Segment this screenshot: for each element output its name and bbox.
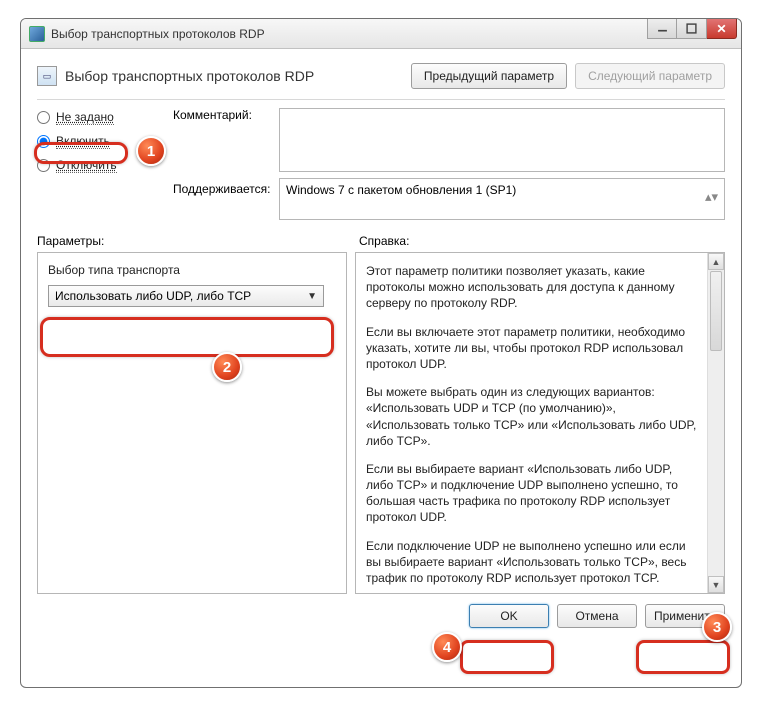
help-p4: Если вы выбираете вариант «Использовать …	[366, 461, 702, 526]
parameters-panel: Выбор типа транспорта Использовать либо …	[37, 252, 347, 594]
help-p1: Этот параметр политики позволяет указать…	[366, 263, 702, 312]
scroll-up-icon[interactable]: ▲	[708, 253, 724, 270]
divider	[37, 99, 725, 100]
cancel-button[interactable]: Отмена	[557, 604, 637, 628]
app-icon	[29, 26, 45, 42]
radio-enabled[interactable]: Включить	[37, 134, 167, 148]
supported-label: Поддерживается:	[173, 178, 273, 220]
apply-button[interactable]: Применить	[645, 604, 725, 628]
scroll-thumb[interactable]	[710, 271, 722, 351]
radio-disabled-input[interactable]	[37, 159, 50, 172]
supported-box: Windows 7 с пакетом обновления 1 (SP1) ▴…	[279, 178, 725, 220]
maximize-button[interactable]	[677, 19, 707, 39]
chevron-down-icon: ▼	[307, 291, 317, 302]
help-p2: Если вы включаете этот параметр политики…	[366, 324, 702, 373]
radio-enabled-input[interactable]	[37, 135, 50, 148]
policy-icon: ▭	[37, 66, 57, 86]
transport-type-value: Использовать либо UDP, либо TCP	[55, 289, 251, 303]
scroll-hint-icon: ▴▾	[705, 183, 718, 205]
minimize-button[interactable]	[647, 19, 677, 39]
help-panel: Этот параметр политики позволяет указать…	[355, 252, 725, 594]
radio-not-configured-input[interactable]	[37, 111, 50, 124]
page-title: Выбор транспортных протоколов RDP	[65, 68, 403, 84]
transport-type-combo[interactable]: Использовать либо UDP, либо TCP ▼	[48, 285, 324, 307]
comment-textarea[interactable]	[279, 108, 725, 172]
radio-disabled-label: Отключить	[56, 158, 117, 173]
radio-not-configured-label: Не задано	[56, 110, 114, 125]
radio-disabled[interactable]: Отключить	[37, 158, 167, 172]
help-label: Справка:	[359, 234, 725, 248]
help-p3: Вы можете выбрать один из следующих вари…	[366, 384, 702, 449]
radio-enabled-label: Включить	[56, 134, 110, 149]
ok-button[interactable]: OK	[469, 604, 549, 628]
parameters-label: Параметры:	[37, 234, 359, 248]
titlebar: Выбор транспортных протоколов RDP	[21, 19, 741, 49]
scroll-down-icon[interactable]: ▼	[708, 576, 724, 593]
help-p5: Если подключение UDP не выполнено успешн…	[366, 538, 702, 587]
supported-text: Windows 7 с пакетом обновления 1 (SP1)	[286, 183, 516, 197]
comment-label: Комментарий:	[173, 108, 273, 172]
window-title: Выбор транспортных протоколов RDP	[51, 27, 265, 41]
help-scrollbar[interactable]: ▲ ▼	[707, 253, 724, 593]
next-setting-button: Следующий параметр	[575, 63, 725, 89]
prev-setting-button[interactable]: Предыдущий параметр	[411, 63, 567, 89]
radio-not-configured[interactable]: Не задано	[37, 110, 167, 124]
close-button[interactable]	[707, 19, 737, 39]
transport-type-label: Выбор типа транспорта	[48, 263, 336, 277]
